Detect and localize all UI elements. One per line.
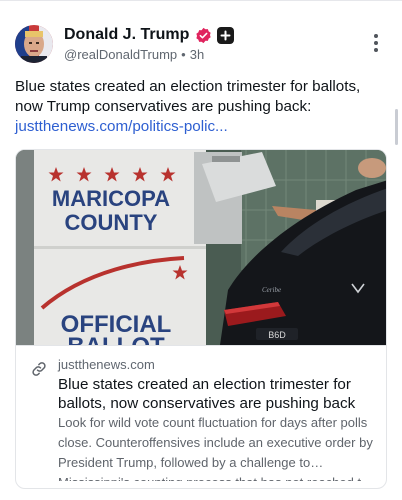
link-preview-body: justthenews.com Blue states created an e… [16,345,386,488]
author-handle[interactable]: @realDonaldTrump [64,47,177,62]
vertical-ellipsis-icon [374,34,378,38]
meta-separator: • [181,47,186,62]
link-card-domain: justthenews.com [58,357,155,372]
author-display-name[interactable]: Donald J. Trump [64,26,189,44]
author-avatar[interactable] [15,25,53,63]
post-text: Blue states created an election trimeste… [15,78,361,115]
link-preview-card[interactable]: MARICOPA COUNTY OFFICIAL BALLOT B6D Ceri… [15,149,387,489]
more-options-button[interactable] [366,31,386,55]
link-icon [32,362,46,376]
avatar-image [15,25,53,63]
link-card-title[interactable]: Blue states created an election trimeste… [58,375,380,413]
post-link[interactable]: justthenews.com/politics-polic... [15,117,228,137]
car-badge: B6D [268,330,286,340]
plus-badge-icon [217,26,235,44]
sign-line-2: COUNTY [65,210,158,235]
link-preview-image[interactable]: MARICOPA COUNTY OFFICIAL BALLOT B6D Ceri… [16,150,387,345]
author-row: Donald J. Trump [64,25,235,45]
author-meta: @realDonaldTrump • 3h [64,47,204,62]
link-card-description: Look for wild vote count fluctuation for… [58,415,373,481]
truth-post[interactable]: Donald J. Trump @realDonaldTrump • 3h Blue… [0,0,402,500]
sign-line-1: MARICOPA [52,186,170,211]
car-script: Ceribe [262,286,281,294]
post-timestamp[interactable]: 3h [190,47,204,62]
sign-bottom-partial: BALLOT [67,333,165,345]
verified-badge-icon [196,27,211,43]
scrollbar-thumb[interactable] [395,109,398,145]
